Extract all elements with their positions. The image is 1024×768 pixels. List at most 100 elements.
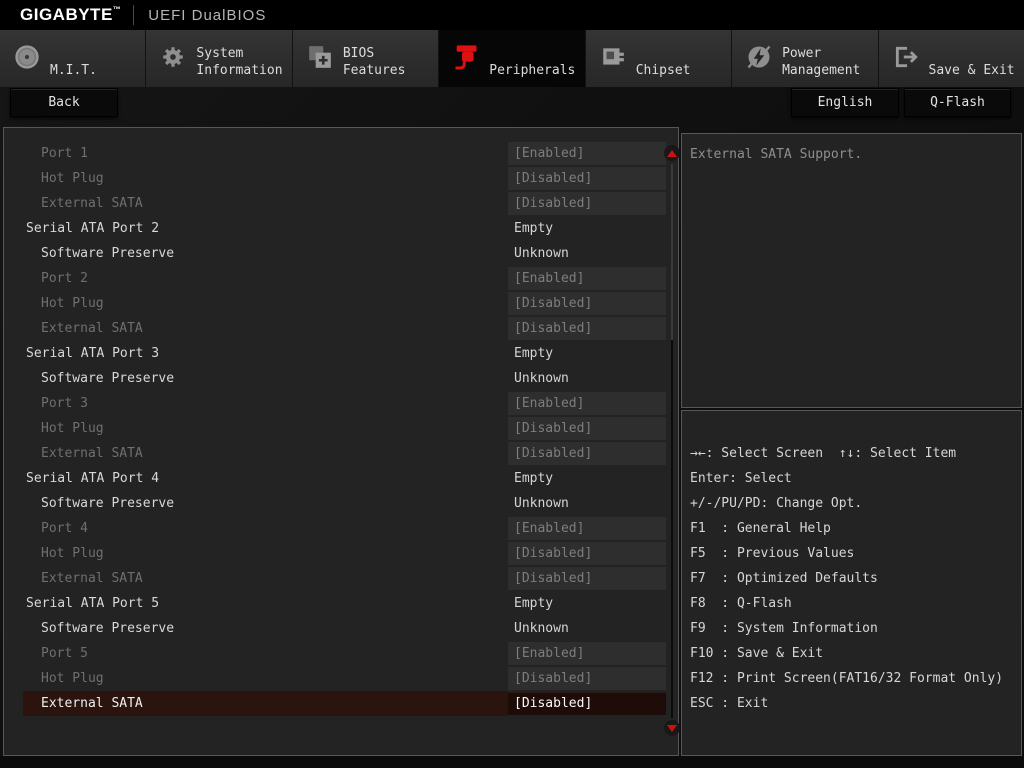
setting-label: Serial ATA Port 4 <box>23 466 508 491</box>
tab-system-information[interactable]: System Information <box>146 30 292 87</box>
back-button[interactable]: Back <box>10 88 118 117</box>
setting-label: Port 4 <box>23 516 508 541</box>
system-information-icon <box>158 43 188 71</box>
settings-row[interactable]: External SATA [Disabled] <box>4 566 667 591</box>
settings-row[interactable]: Port 4 [Enabled] <box>4 516 667 541</box>
tab-peripherals[interactable]: Peripherals <box>439 30 585 87</box>
settings-row[interactable]: Software Preserve Unknown <box>4 491 667 516</box>
settings-panel: Port 1 [Enabled] Hot Plug [Disabled] Ext… <box>3 127 679 756</box>
setting-label: Port 5 <box>23 641 508 666</box>
setting-value: [Enabled] <box>508 392 666 415</box>
scroll-down-icon[interactable] <box>664 720 680 736</box>
setting-label: External SATA <box>23 691 508 716</box>
settings-row[interactable]: Serial ATA Port 3 Empty <box>4 341 667 366</box>
setting-label: External SATA <box>23 191 508 216</box>
scroll-up-icon[interactable] <box>664 145 680 161</box>
setting-value: [Disabled] <box>508 542 666 565</box>
settings-list: Port 1 [Enabled] Hot Plug [Disabled] Ext… <box>4 141 667 716</box>
settings-row[interactable]: Hot Plug [Disabled] <box>4 166 667 191</box>
setting-label: Software Preserve <box>23 366 508 391</box>
mit-icon <box>12 43 42 71</box>
setting-value: [Disabled] <box>508 442 666 465</box>
key-hint: →←: Select Screen ↑↓: Select Item <box>690 441 1021 466</box>
settings-row[interactable]: Port 2 [Enabled] <box>4 266 667 291</box>
setting-value: Empty <box>508 341 666 366</box>
setting-value: [Disabled] <box>508 567 666 590</box>
key-hint: F1 : General Help <box>690 516 1021 541</box>
settings-row[interactable]: External SATA [Disabled] <box>4 691 667 716</box>
tab-bios-features[interactable]: BIOS Features <box>293 30 439 87</box>
setting-value: [Enabled] <box>508 642 666 665</box>
settings-row[interactable]: Software Preserve Unknown <box>4 366 667 391</box>
key-hint: F5 : Previous Values <box>690 541 1021 566</box>
settings-row[interactable]: Hot Plug [Disabled] <box>4 541 667 566</box>
settings-row[interactable]: Port 1 [Enabled] <box>4 141 667 166</box>
setting-value: [Enabled] <box>508 267 666 290</box>
setting-label: Serial ATA Port 3 <box>23 341 508 366</box>
setting-value: Unknown <box>508 616 666 641</box>
setting-label: Serial ATA Port 2 <box>23 216 508 241</box>
setting-value: Unknown <box>508 366 666 391</box>
setting-label: Software Preserve <box>23 491 508 516</box>
setting-label: External SATA <box>23 441 508 466</box>
key-hint: F10 : Save & Exit <box>690 641 1021 666</box>
settings-row[interactable]: Serial ATA Port 5 Empty <box>4 591 667 616</box>
setting-label: Hot Plug <box>23 291 508 316</box>
key-hint: F12 : Print Screen(FAT16/32 Format Only) <box>690 666 1021 691</box>
setting-value: [Enabled] <box>508 517 666 540</box>
power-management-icon <box>744 43 774 71</box>
tab-save-exit[interactable]: Save & Exit <box>879 30 1024 87</box>
chipset-icon <box>598 43 628 71</box>
settings-row[interactable]: External SATA [Disabled] <box>4 441 667 466</box>
setting-label: External SATA <box>23 316 508 341</box>
gigabyte-logo: GIGABYTE™ <box>20 5 121 25</box>
save-exit-icon <box>891 43 921 71</box>
english-button[interactable]: English <box>791 88 899 117</box>
qflash-button[interactable]: Q-Flash <box>904 88 1011 117</box>
setting-value: Unknown <box>508 491 666 516</box>
setting-label: Port 1 <box>23 141 508 166</box>
topbar-divider <box>133 5 134 25</box>
page-title: UEFI DualBIOS <box>148 7 266 24</box>
key-list: →←: Select Screen ↑↓: Select ItemEnter: … <box>690 441 1021 716</box>
settings-row[interactable]: Serial ATA Port 2 Empty <box>4 216 667 241</box>
settings-row[interactable]: Serial ATA Port 4 Empty <box>4 466 667 491</box>
key-hint: +/-/PU/PD: Change Opt. <box>690 491 1021 516</box>
help-text: External SATA Support. <box>690 142 1021 167</box>
setting-value: [Disabled] <box>508 692 666 715</box>
topbar: GIGABYTE™ UEFI DualBIOS <box>0 0 1024 30</box>
setting-value: [Disabled] <box>508 317 666 340</box>
keys-panel: →←: Select Screen ↑↓: Select ItemEnter: … <box>681 410 1022 756</box>
setting-value: [Disabled] <box>508 167 666 190</box>
settings-row[interactable]: Software Preserve Unknown <box>4 241 667 266</box>
setting-label: Software Preserve <box>23 616 508 641</box>
settings-row[interactable]: Port 3 [Enabled] <box>4 391 667 416</box>
setting-value: [Enabled] <box>508 142 666 165</box>
tab-chipset[interactable]: Chipset <box>586 30 732 87</box>
key-hint: ESC : Exit <box>690 691 1021 716</box>
setting-label: Port 3 <box>23 391 508 416</box>
peripherals-icon <box>451 43 481 71</box>
settings-row[interactable]: Hot Plug [Disabled] <box>4 666 667 691</box>
settings-row[interactable]: Port 5 [Enabled] <box>4 641 667 666</box>
setting-label: External SATA <box>23 566 508 591</box>
settings-row[interactable]: Hot Plug [Disabled] <box>4 416 667 441</box>
settings-row[interactable]: External SATA [Disabled] <box>4 191 667 216</box>
setting-value: Empty <box>508 466 666 491</box>
settings-row[interactable]: External SATA [Disabled] <box>4 316 667 341</box>
tab-power-management[interactable]: Power Management <box>732 30 878 87</box>
setting-label: Software Preserve <box>23 241 508 266</box>
setting-label: Hot Plug <box>23 666 508 691</box>
setting-label: Hot Plug <box>23 166 508 191</box>
setting-value: [Disabled] <box>508 292 666 315</box>
setting-label: Hot Plug <box>23 541 508 566</box>
settings-row[interactable]: Software Preserve Unknown <box>4 616 667 641</box>
key-hint: Enter: Select <box>690 466 1021 491</box>
scrollbar-thumb[interactable] <box>671 340 673 718</box>
help-panel: External SATA Support. <box>681 133 1022 408</box>
bottom-strip <box>0 756 1024 768</box>
key-hint: F7 : Optimized Defaults <box>690 566 1021 591</box>
tab-mit[interactable]: M.I.T. <box>0 30 146 87</box>
settings-row[interactable]: Hot Plug [Disabled] <box>4 291 667 316</box>
setting-value: Unknown <box>508 241 666 266</box>
